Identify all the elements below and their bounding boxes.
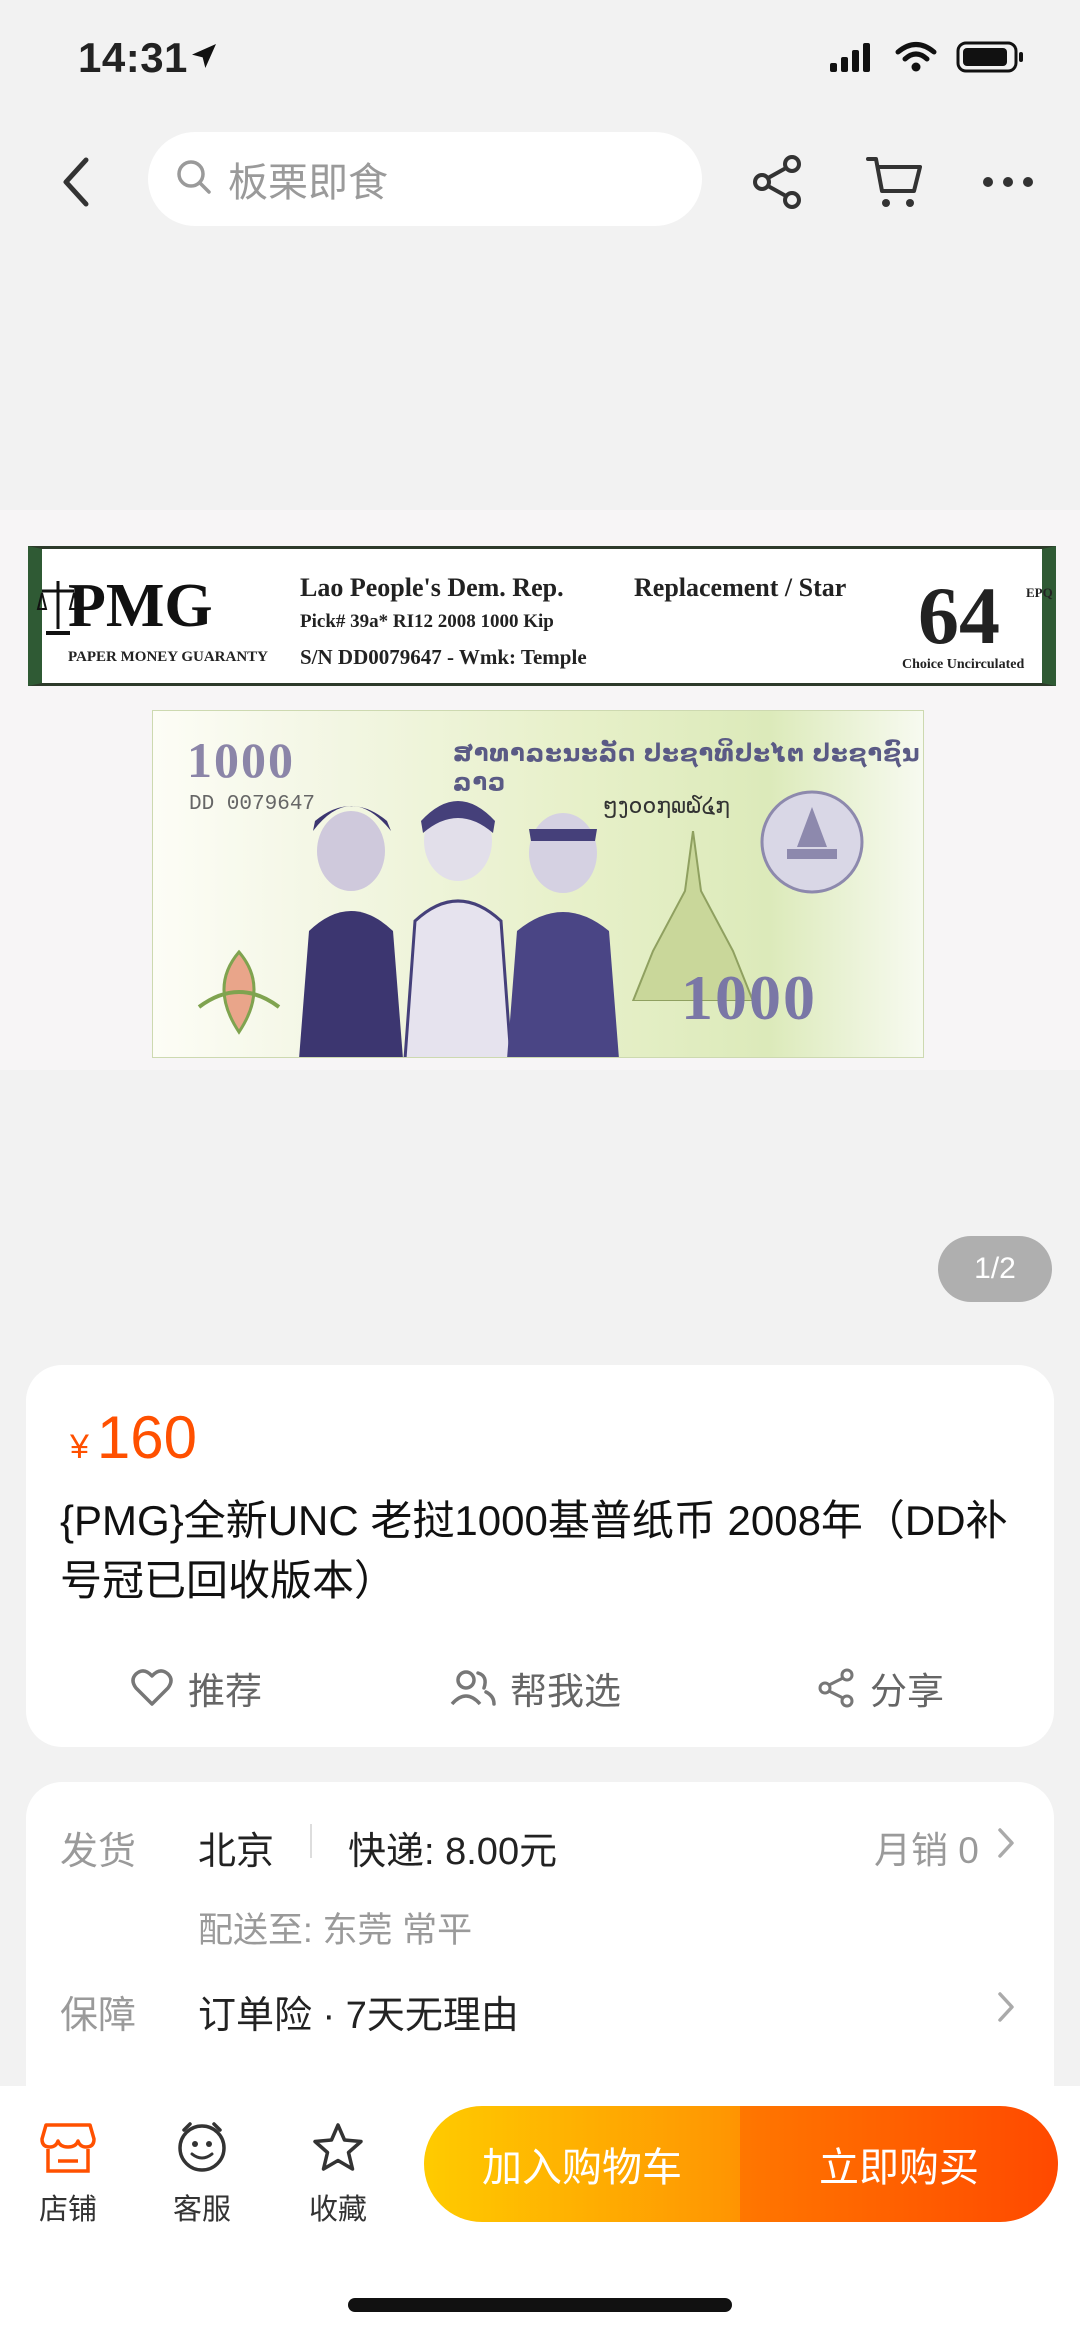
top-nav: 板栗即食: [0, 130, 1080, 230]
product-title: {PMG}全新UNC 老挝1000基普纸币 2008年（DD补号冠已回收版本）: [60, 1497, 1008, 1604]
guarantee-label: 保障: [60, 1995, 137, 2037]
chevron-right-icon: [996, 1990, 1016, 2029]
divider: [310, 1824, 312, 1858]
pmg-label: PMG PAPER MONEY GUARANTY Lao People's De…: [28, 546, 1056, 686]
product-actions: 推荐 帮我选 分享: [26, 1661, 1054, 1721]
label-grade: 64: [918, 570, 1000, 661]
battery-icon: [956, 40, 1026, 79]
star-icon: [288, 2116, 388, 2180]
image-gallery[interactable]: PMG PAPER MONEY GUARANTY Lao People's De…: [0, 240, 1080, 1330]
wifi-icon: [894, 41, 938, 78]
label-type: Replacement / Star: [634, 573, 847, 602]
note-denomination-bottom: 1000: [681, 962, 817, 1033]
home-indicator[interactable]: [348, 2298, 732, 2312]
customer-service-button[interactable]: 客服: [152, 2116, 252, 2228]
store-label: 店铺: [38, 2194, 97, 2226]
label-country: Lao People's Dem. Rep.: [300, 573, 564, 602]
shipping-label: 发货: [60, 1831, 137, 1873]
location-arrow-icon: [188, 40, 220, 77]
status-time: 14:31: [78, 34, 188, 81]
chevron-right-icon: [996, 1826, 1016, 1865]
label-serial: S/N DD0079647 - Wmk: Temple: [300, 645, 587, 669]
pmg-subtitle: PAPER MONEY GUARANTY: [68, 649, 268, 665]
service-label: 客服: [172, 2194, 231, 2226]
guarantee-value: 订单险 · 7天无理由: [198, 1995, 519, 2037]
more-dots-icon: [983, 177, 1033, 187]
share-label: 分享: [870, 1671, 944, 1712]
label-pick: Pick# 39a* RI12 2008 1000 Kip: [300, 611, 554, 632]
pmg-logo-text: PMG: [68, 572, 213, 640]
share-icon: [818, 1668, 854, 1708]
note-denomination-top: 1000: [187, 732, 295, 788]
search-placeholder: 板栗即食: [228, 161, 388, 205]
product-page: 14:31 板栗即食 PMG PAPER MONEY GUARANTY Lao …: [0, 0, 1080, 2339]
ornament-icon: [197, 949, 281, 1035]
cart-button[interactable]: [862, 150, 926, 214]
help-choose-button[interactable]: 帮我选: [450, 1661, 621, 1715]
store-icon: [18, 2116, 118, 2180]
women-portrait-illustration: [299, 801, 619, 1057]
price: ¥ 160: [70, 1403, 197, 1472]
recommend-label: 推荐: [188, 1671, 262, 1712]
recommend-button[interactable]: 推荐: [130, 1661, 262, 1715]
label-grade-desc: Choice Uncirculated: [902, 657, 1025, 672]
cart-icon: [866, 157, 922, 207]
service-icon: [152, 2116, 252, 2180]
search-input[interactable]: 板栗即食: [148, 132, 702, 226]
monthly-sales: 月销 0: [874, 1830, 979, 1871]
share-icon: [753, 155, 801, 209]
back-button[interactable]: [48, 154, 104, 210]
people-icon: [450, 1670, 496, 1706]
shipping-origin: 北京: [198, 1831, 275, 1873]
image-pager-indicator: 1/2: [938, 1236, 1052, 1302]
product-image[interactable]: PMG PAPER MONEY GUARANTY Lao People's De…: [0, 510, 1080, 1070]
delivery-destination: 配送至: 东莞 常平: [198, 1911, 473, 1950]
guarantee-row[interactable]: 保障 订单险 · 7天无理由: [26, 1962, 1054, 2062]
search-icon: [174, 157, 214, 202]
shipping-row[interactable]: 发货 北京 快递: 8.00元 月销 0 配送至: 东莞 常平: [26, 1782, 1054, 1952]
product-info-card: ¥ 160 {PMG}全新UNC 老挝1000基普纸币 2008年（DD补号冠已…: [26, 1365, 1054, 1747]
favorite-button[interactable]: 收藏: [288, 2116, 388, 2228]
share-button[interactable]: [746, 150, 810, 214]
buy-now-button[interactable]: 立即购买: [740, 2106, 1058, 2222]
currency-symbol: ¥: [70, 1428, 89, 1466]
chevron-left-icon: [63, 157, 89, 207]
price-value: 160: [96, 1404, 198, 1471]
heart-icon: [131, 1669, 173, 1706]
favorite-label: 收藏: [308, 2194, 367, 2226]
store-button[interactable]: 店铺: [18, 2116, 118, 2228]
more-button[interactable]: [976, 150, 1040, 214]
share-product-button[interactable]: 分享: [816, 1661, 944, 1715]
add-to-cart-button[interactable]: 加入购物车: [424, 2106, 740, 2222]
purchase-buttons: 加入购物车 立即购买: [424, 2106, 1058, 2222]
signal-icon: [828, 41, 876, 78]
status-bar: 14:31: [0, 0, 1080, 120]
emblem-icon: [760, 790, 864, 894]
label-epq: EPQ: [1026, 585, 1053, 600]
help-choose-label: 帮我选: [510, 1671, 621, 1712]
banknote: 1000 DD 0079647 ສາທາລະນະລັດ ປະຊາທິປະໄຕ ປ…: [152, 710, 924, 1058]
shipping-fee: 快递: 8.00元: [348, 1831, 558, 1873]
